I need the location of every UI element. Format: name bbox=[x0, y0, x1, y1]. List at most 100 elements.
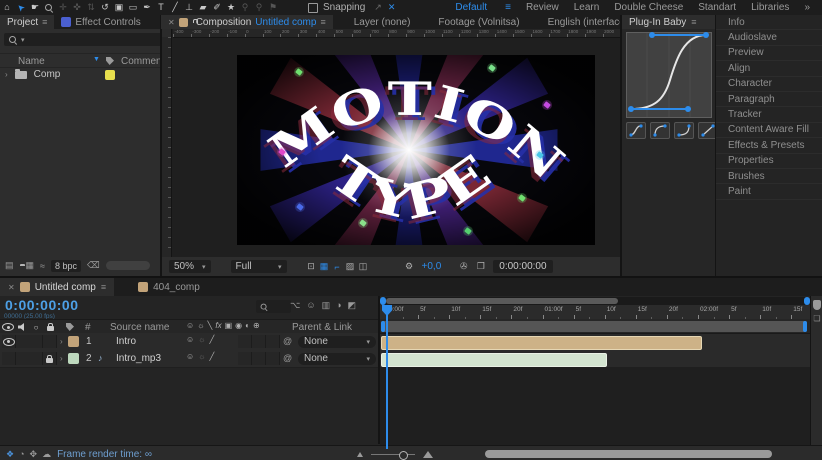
av-cell[interactable] bbox=[43, 352, 57, 365]
clone-stamp-tool[interactable]: ⊥ bbox=[182, 1, 196, 14]
collapse-icon[interactable]: ☼ bbox=[198, 335, 205, 344]
pan-behind-tool[interactable]: ▣ bbox=[112, 1, 126, 14]
column-parent-link[interactable]: Parent & Link bbox=[292, 322, 352, 333]
project-flowchart-pill[interactable] bbox=[106, 261, 150, 270]
project-item-name[interactable]: Comp bbox=[34, 69, 61, 80]
sidebar-item-properties[interactable]: Properties bbox=[716, 154, 822, 169]
rotation-tool[interactable]: ↺ bbox=[98, 1, 112, 14]
shy-toggle-icon[interactable]: ☺ bbox=[306, 300, 315, 311]
project-settings-icon[interactable]: ▦ bbox=[26, 260, 35, 271]
snap-features-icon[interactable]: ✕ bbox=[388, 2, 396, 13]
adjustment-layer-column-icon[interactable]: ◐ bbox=[245, 321, 250, 330]
preset-steep-s-button[interactable] bbox=[626, 122, 646, 139]
panel-menu-icon[interactable]: ≡ bbox=[691, 17, 696, 27]
roto-brush-tool[interactable]: ✐ bbox=[210, 1, 224, 14]
column-source-name[interactable]: Source name bbox=[110, 322, 169, 333]
zoom-slider-knob[interactable] bbox=[399, 451, 408, 460]
parent-pickwhip-icon[interactable]: @ bbox=[283, 336, 292, 346]
expander-chevron-icon[interactable]: › bbox=[60, 337, 63, 346]
exposure-value[interactable]: +0,0 bbox=[422, 261, 442, 272]
tab-footage-volnitsa[interactable]: Footage (Volnitsa) bbox=[431, 15, 526, 29]
type-tool[interactable]: T bbox=[154, 1, 168, 14]
waveform-icon[interactable]: ≈ bbox=[40, 261, 45, 271]
interpret-footage-icon[interactable]: ▤ bbox=[5, 260, 14, 271]
time-ruler[interactable]: 0:00f5f10f15f20f01:00f5f10f15f20f02:00f5… bbox=[380, 305, 810, 320]
snap-along-edges-icon[interactable]: ↗ bbox=[374, 2, 382, 13]
sidebar-item-info[interactable]: Info bbox=[716, 15, 822, 30]
workspace-menu-icon[interactable]: ≡ bbox=[505, 2, 511, 13]
composition-doc-name[interactable]: Untitled comp bbox=[255, 17, 316, 28]
sidebar-item-character[interactable]: Character bbox=[716, 77, 822, 92]
preset-ease-in-button[interactable] bbox=[674, 122, 694, 139]
eye-icon[interactable] bbox=[3, 338, 15, 346]
project-item-row[interactable]: › Comp bbox=[0, 67, 160, 82]
av-cell[interactable] bbox=[2, 352, 16, 365]
region-of-interest-icon[interactable]: ⌐ bbox=[331, 262, 344, 272]
comp-marker-icon[interactable] bbox=[813, 300, 821, 310]
close-icon[interactable]: ✕ bbox=[168, 18, 175, 27]
shape-tool[interactable]: ▭ bbox=[126, 1, 140, 14]
mask-visibility-icon[interactable]: ▦ bbox=[318, 261, 331, 272]
sidebar-item-preview[interactable]: Preview bbox=[716, 46, 822, 61]
mode-cell[interactable] bbox=[252, 335, 266, 348]
render-queue-cloud-icon[interactable]: ☁ bbox=[42, 449, 51, 460]
mode-cell[interactable] bbox=[238, 352, 252, 365]
show-snapshot-icon[interactable]: ❐ bbox=[474, 261, 487, 272]
sidebar-item-brushes[interactable]: Brushes bbox=[716, 169, 822, 184]
sidebar-item-align[interactable]: Align bbox=[716, 61, 822, 76]
av-cell[interactable] bbox=[43, 335, 57, 348]
parent-dropdown[interactable]: None▾ bbox=[298, 336, 376, 348]
zoom-in-mountain-icon[interactable] bbox=[423, 451, 433, 458]
timeline-hscrollbar[interactable] bbox=[380, 297, 810, 305]
av-cell[interactable] bbox=[16, 335, 30, 348]
mode-cell[interactable] bbox=[252, 352, 266, 365]
timeline-timecode[interactable]: 0:00:00:00 bbox=[5, 297, 79, 313]
label-column-icon[interactable] bbox=[64, 322, 76, 332]
audio-column-icon[interactable] bbox=[16, 322, 28, 332]
layer-name[interactable]: Intro bbox=[116, 336, 136, 347]
magnification-dropdown[interactable]: 50% ▾ bbox=[169, 260, 211, 273]
chevron-down-icon[interactable]: ▾ bbox=[21, 36, 25, 44]
viewer-timecode[interactable]: 0:00:00:00 bbox=[493, 260, 552, 273]
av-cell[interactable] bbox=[29, 352, 43, 365]
label-column-tag-icon[interactable] bbox=[106, 57, 114, 65]
timeline-search-input[interactable] bbox=[256, 300, 291, 313]
tab-effect-controls[interactable]: Effect Controls bbox=[54, 15, 147, 29]
label-color-swatch[interactable] bbox=[105, 70, 115, 80]
quality-icon[interactable]: ╱ bbox=[210, 352, 215, 361]
fx-column-icon[interactable]: fx bbox=[215, 321, 221, 330]
shy-column-icon[interactable]: ☺ bbox=[186, 321, 194, 330]
workspace-double-cheese[interactable]: Double Cheese bbox=[614, 2, 683, 13]
transform-box-icon[interactable]: ✥ bbox=[30, 449, 38, 460]
column-name[interactable]: Name bbox=[18, 56, 45, 67]
quality-icon[interactable]: ╱ bbox=[210, 335, 215, 344]
choose-grid-icon[interactable]: ⊡ bbox=[305, 261, 318, 272]
av-cell[interactable] bbox=[16, 352, 30, 365]
shy-icon[interactable]: ☺ bbox=[186, 352, 194, 361]
solo-column-icon[interactable]: ○ bbox=[30, 322, 42, 332]
column-comment[interactable]: Comment bbox=[121, 56, 164, 67]
panel-divider[interactable] bbox=[620, 15, 621, 276]
timeline-split-divider[interactable] bbox=[378, 296, 380, 444]
expander-chevron-icon[interactable]: › bbox=[60, 354, 63, 363]
layer-color-swatch[interactable] bbox=[68, 353, 79, 364]
sidebar-item-effects-presets[interactable]: Effects & Presets bbox=[716, 138, 822, 153]
panel-divider[interactable] bbox=[715, 15, 716, 276]
panel-menu-icon[interactable]: ≡ bbox=[42, 17, 47, 27]
close-icon[interactable]: ✕ bbox=[8, 283, 15, 292]
expander-chevron-icon[interactable]: › bbox=[5, 70, 8, 79]
pixel-aspect-icon[interactable]: ◫ bbox=[357, 261, 370, 272]
eraser-tool[interactable]: ▰ bbox=[196, 1, 210, 14]
transparency-grid-icon[interactable]: ▨ bbox=[344, 261, 357, 272]
tab-composition[interactable]: ✕ Composition Untitled comp ≡ bbox=[161, 15, 333, 29]
composition-mini-flowchart-icon[interactable]: ⌥ bbox=[290, 300, 300, 311]
sidebar-item-content-aware-fill[interactable]: Content Aware Fill bbox=[716, 123, 822, 138]
pen-tool[interactable]: ✒ bbox=[140, 1, 154, 14]
workspace-overflow-icon[interactable]: » bbox=[804, 2, 810, 13]
video-column-icon[interactable] bbox=[2, 322, 14, 332]
take-snapshot-icon[interactable]: ✇ bbox=[457, 261, 470, 272]
workspace-standart[interactable]: Standart bbox=[698, 2, 736, 13]
mode-cell[interactable] bbox=[266, 335, 280, 348]
live-update-icon[interactable]: ❖ bbox=[6, 449, 14, 460]
sidebar-item-paint[interactable]: Paint bbox=[716, 184, 822, 199]
